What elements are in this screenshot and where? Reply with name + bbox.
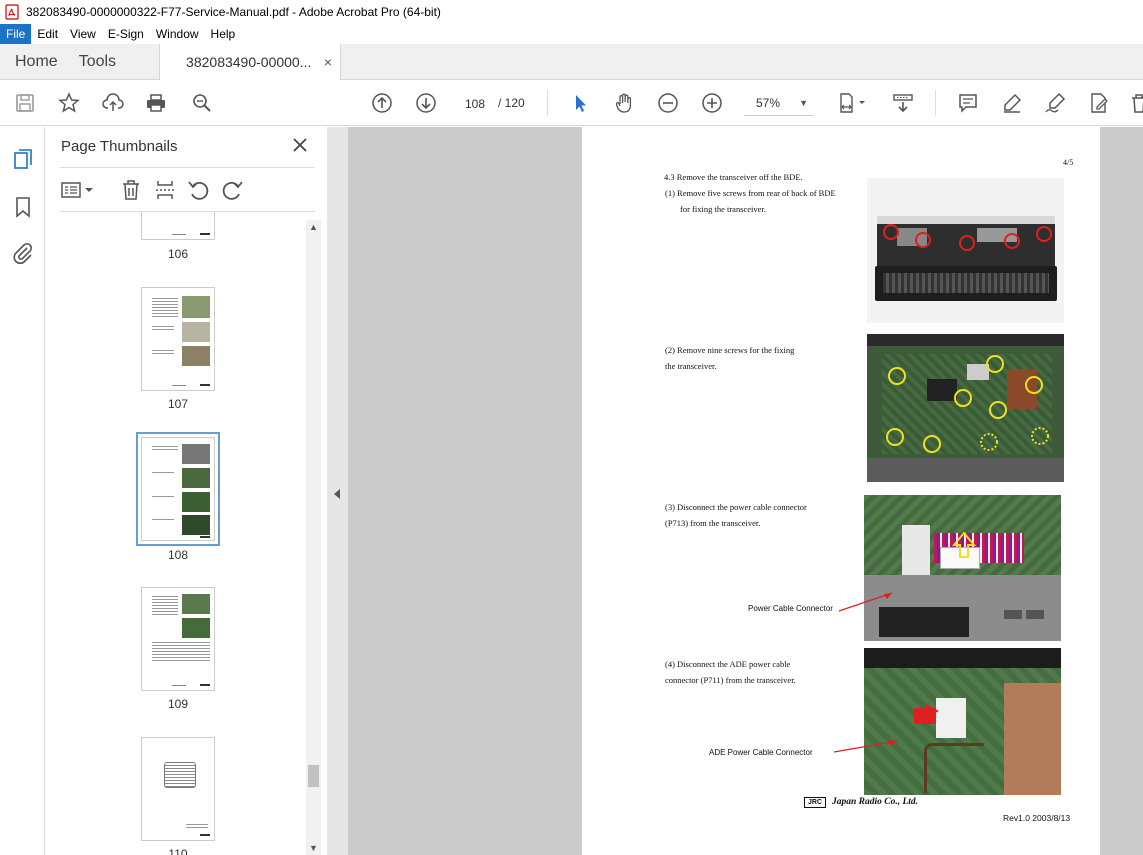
insert-pages-icon[interactable] <box>153 178 177 202</box>
thumbnail-page-108[interactable] <box>136 432 220 546</box>
title-bar: 382083490-0000000322-F77-Service-Manual.… <box>0 0 1143 24</box>
attachment-paperclip-icon[interactable] <box>11 241 35 265</box>
menu-edit[interactable]: Edit <box>31 24 64 44</box>
photo-ade-power-connector <box>864 648 1061 795</box>
menu-bar: File Edit View E-Sign Window Help <box>0 24 1143 44</box>
yellow-arrow-annotation <box>951 531 977 558</box>
step3-text: (3) Disconnect the power cable connector <box>665 502 807 512</box>
page-number: 4/5 <box>1063 158 1074 167</box>
revision-text: Rev1.0 2003/8/13 <box>1003 813 1071 823</box>
thumbnail-list: 106 107 108 109 110 <box>59 212 319 855</box>
thumbnail-page-106[interactable] <box>141 212 215 240</box>
jrc-logo: JRC <box>804 797 826 808</box>
thumbnail-page-109[interactable] <box>141 587 215 691</box>
tab-home[interactable]: Home <box>0 44 73 80</box>
close-panel-icon[interactable] <box>290 135 310 155</box>
screw-annotation-circles <box>883 224 1052 251</box>
thumbnail-label: 109 <box>167 697 189 711</box>
acrobat-pdf-icon <box>5 4 19 20</box>
menu-view[interactable]: View <box>64 24 102 44</box>
scroll-up-icon[interactable]: ▲ <box>309 222 318 232</box>
thumbnail-label: 106 <box>167 247 189 261</box>
step1-text: (1) Remove five screws from rear of back… <box>665 188 836 198</box>
step1-text-cont: for fixing the transceiver. <box>680 204 766 214</box>
tab-bar: Home Tools 382083490-00000... × <box>0 44 1143 80</box>
zoom-search-icon[interactable] <box>190 91 214 115</box>
delete-icon[interactable] <box>1128 91 1143 115</box>
comment-icon[interactable] <box>956 91 980 115</box>
page-thumbnails-icon[interactable] <box>11 147 35 171</box>
collapse-arrow-icon <box>334 489 340 499</box>
step2-text-cont: the transceiver. <box>665 361 717 371</box>
star-icon[interactable] <box>57 91 81 115</box>
bookmark-icon[interactable] <box>11 195 35 219</box>
collapse-panel-handle[interactable] <box>327 127 348 855</box>
pdf-page: 4/5 4.3 Remove the transceiver off the B… <box>582 127 1100 855</box>
next-page-icon[interactable] <box>414 91 438 115</box>
thumbnail-label: 107 <box>167 397 189 411</box>
zoom-out-icon[interactable] <box>656 91 680 115</box>
panel-title: Page Thumbnails <box>61 138 178 155</box>
zoom-value: 57% <box>756 96 781 110</box>
fit-page-icon[interactable] <box>836 91 868 115</box>
step4-text-cont: connector (P711) from the transceiver. <box>665 675 796 685</box>
screw-annotation-circles <box>886 355 1049 453</box>
thumbnail-scrollbar[interactable]: ▲ ▼ <box>306 220 321 855</box>
select-cursor-icon[interactable] <box>568 91 592 115</box>
menu-esign[interactable]: E-Sign <box>102 24 150 44</box>
thumbnail-options-menu-icon[interactable] <box>59 178 97 202</box>
thumbnail-page-110[interactable] <box>141 737 215 841</box>
close-tab-icon[interactable]: × <box>324 44 332 80</box>
menu-file[interactable]: File <box>0 24 32 44</box>
sign-pen-icon[interactable] <box>1043 91 1067 115</box>
rotate-clockwise-icon[interactable] <box>221 178 245 202</box>
edit-pdf-icon[interactable] <box>1087 91 1111 115</box>
power-cable-connector-label: Power Cable Connector <box>748 604 833 613</box>
scrollbar-thumb[interactable] <box>308 765 319 787</box>
scroll-down-icon[interactable]: ▼ <box>309 843 318 853</box>
zoom-in-icon[interactable] <box>700 91 724 115</box>
navigation-rail <box>0 127 45 855</box>
window-title: 382083490-0000000322-F77-Service-Manual.… <box>26 5 441 19</box>
page-thumbnails-panel: Page Thumbnails 106 107 108 109 110 <box>45 127 327 855</box>
rotate-counterclockwise-icon[interactable] <box>186 178 210 202</box>
chevron-down-icon: ▼ <box>799 98 808 108</box>
delete-page-icon[interactable] <box>119 178 143 202</box>
previous-page-icon[interactable] <box>370 91 394 115</box>
company-name: Japan Radio Co., Ltd. <box>832 797 919 807</box>
step2-text: (2) Remove nine screws for the fixing <box>665 345 795 355</box>
hand-tool-icon[interactable] <box>612 91 636 115</box>
thumbnail-label: 108 <box>167 548 189 562</box>
page-total: / 120 <box>498 96 525 110</box>
highlight-pen-icon[interactable] <box>1000 91 1024 115</box>
step4-text: (4) Disconnect the ADE power cable <box>665 659 791 669</box>
step3-text-cont: (P713) from the transceiver. <box>665 518 761 528</box>
save-icon[interactable] <box>13 91 37 115</box>
upload-cloud-icon[interactable] <box>101 91 125 115</box>
scroll-mode-icon[interactable] <box>891 91 915 115</box>
tab-tools[interactable]: Tools <box>73 44 131 80</box>
tab-document-label: 382083490-00000... <box>186 54 312 70</box>
photo-bde-rear <box>867 178 1064 323</box>
zoom-select[interactable]: 57% ▼ <box>744 90 814 116</box>
ade-power-cable-connector-label: ADE Power Cable Connector <box>709 748 813 757</box>
step-heading: 4.3 Remove the transceiver off the BDE. <box>664 172 803 182</box>
callout-arrow <box>838 592 893 612</box>
thumbnail-label: 110 <box>168 847 188 855</box>
thumbnail-page-107[interactable] <box>141 287 215 391</box>
photo-power-cable-connector <box>864 495 1061 641</box>
callout-arrow <box>833 740 898 753</box>
tab-document[interactable]: 382083490-00000... × <box>159 44 342 80</box>
menu-window[interactable]: Window <box>150 24 205 44</box>
red-arrow-annotation <box>916 704 939 718</box>
page-number-input[interactable]: 108 <box>456 90 494 116</box>
toolbar <box>0 80 1143 126</box>
menu-help[interactable]: Help <box>205 24 242 44</box>
photo-transceiver-board <box>867 334 1064 482</box>
print-icon[interactable] <box>144 91 168 115</box>
